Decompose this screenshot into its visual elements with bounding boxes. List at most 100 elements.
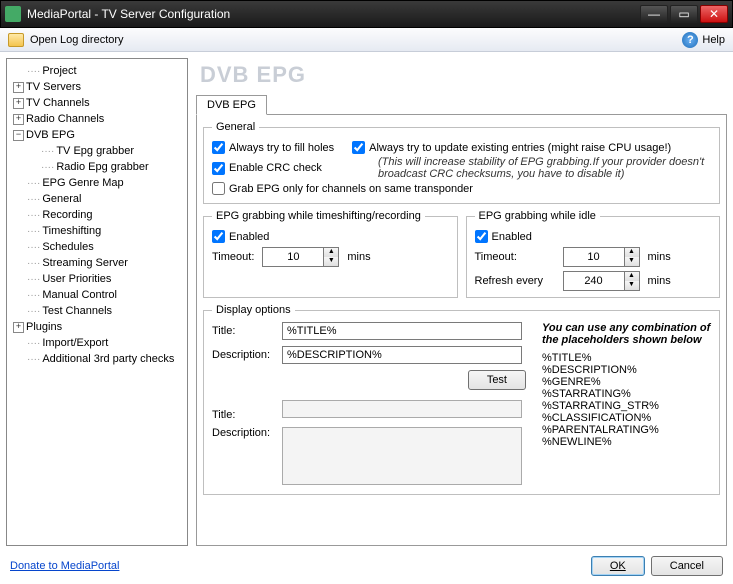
rec-mins: mins [347, 251, 370, 263]
spin-down-icon[interactable]: ▼ [625, 281, 639, 290]
chk-fill-holes[interactable]: Always try to fill holes [212, 141, 334, 154]
tree-item[interactable]: ····Project [9, 63, 185, 79]
app-icon [5, 6, 21, 22]
tree-item-label: Radio Epg grabber [56, 161, 148, 173]
page-title: DVB EPG [200, 62, 727, 88]
tree-dots-icon: ···· [27, 306, 40, 317]
tree-item[interactable]: ····Additional 3rd party checks [9, 351, 185, 367]
tree-dots-icon: ···· [41, 162, 54, 173]
tree-item[interactable]: +Plugins [9, 319, 185, 335]
placeholder-list: %TITLE% %DESCRIPTION% %GENRE% %STARRATIN… [542, 352, 711, 448]
tree-item-label: Test Channels [42, 305, 112, 317]
tree-expander-icon[interactable]: + [13, 82, 24, 93]
chk-same-transponder-input[interactable] [212, 182, 225, 195]
tree-item[interactable]: ····EPG Genre Map [9, 175, 185, 191]
tree-dots-icon: ···· [27, 258, 40, 269]
spin-down-icon[interactable]: ▼ [324, 257, 338, 266]
maximize-button[interactable]: ▭ [670, 5, 698, 23]
chk-idle-enabled[interactable]: Enabled [475, 230, 712, 243]
titlebar: MediaPortal - TV Server Configuration — … [0, 0, 733, 28]
chk-fill-holes-input[interactable] [212, 141, 225, 154]
tree-item[interactable]: ····Import/Export [9, 335, 185, 351]
ok-button[interactable]: OK [591, 556, 645, 576]
help-icon: ? [682, 32, 698, 48]
tree-dots-icon: ···· [27, 210, 40, 221]
chk-crc-input[interactable] [212, 162, 225, 175]
idle-refresh-label: Refresh every [475, 275, 555, 287]
open-log-button[interactable]: Open Log directory [30, 34, 124, 46]
tree-expander-icon[interactable]: + [13, 98, 24, 109]
tree-item-label: DVB EPG [26, 129, 75, 141]
tree-item[interactable]: ····Schedules [9, 239, 185, 255]
tree-dots-icon: ···· [27, 290, 40, 301]
chk-update-existing[interactable]: Always try to update existing entries (m… [352, 141, 671, 154]
tree-item[interactable]: ····General [9, 191, 185, 207]
help-link[interactable]: Help [702, 34, 725, 46]
tree-item[interactable]: ····TV Epg grabber [9, 143, 185, 159]
tree-item[interactable]: ····Radio Epg grabber [9, 159, 185, 175]
preview-desc-output [282, 427, 522, 485]
tree-item[interactable]: ····Timeshifting [9, 223, 185, 239]
tree-item[interactable]: ····Test Channels [9, 303, 185, 319]
idle-timeout-label: Timeout: [475, 251, 555, 263]
preview-title-output [282, 400, 522, 418]
tree-dots-icon: ···· [27, 274, 40, 285]
tree-item-label: General [42, 193, 81, 205]
chk-rec-enabled-input[interactable] [212, 230, 225, 243]
tree-dots-icon: ···· [27, 178, 40, 189]
tree-item[interactable]: ····Manual Control [9, 287, 185, 303]
legend-general: General [212, 121, 259, 133]
cancel-button[interactable]: Cancel [651, 556, 723, 576]
tree-item[interactable]: +TV Servers [9, 79, 185, 95]
idle-timeout-spinner[interactable]: ▲▼ [563, 247, 640, 267]
idle-mins: mins [648, 251, 671, 263]
tree-item-label: Radio Channels [26, 113, 104, 125]
spin-up-icon[interactable]: ▲ [625, 272, 639, 281]
nav-tree[interactable]: ····Project+TV Servers+TV Channels+Radio… [6, 58, 188, 546]
toolbar: Open Log directory ? Help [0, 28, 733, 52]
tree-dots-icon: ···· [27, 242, 40, 253]
tree-item[interactable]: ····Recording [9, 207, 185, 223]
tree-item[interactable]: ····Streaming Server [9, 255, 185, 271]
tree-dots-icon: ···· [27, 66, 40, 77]
tree-item[interactable]: +TV Channels [9, 95, 185, 111]
rec-timeout-input[interactable] [263, 248, 323, 266]
idle-refresh-input[interactable] [564, 272, 624, 290]
idle-timeout-input[interactable] [564, 248, 624, 266]
tree-dots-icon: ···· [41, 146, 54, 157]
tree-expander-icon[interactable]: + [13, 114, 24, 125]
chk-idle-enabled-input[interactable] [475, 230, 488, 243]
spin-down-icon[interactable]: ▼ [625, 257, 639, 266]
group-display: Display options Title: Description: Test… [203, 304, 720, 495]
donate-link[interactable]: Donate to MediaPortal [10, 560, 119, 572]
display-title-input[interactable] [282, 322, 522, 340]
tree-expander-icon[interactable]: + [13, 322, 24, 333]
tree-dots-icon: ···· [27, 226, 40, 237]
chk-crc[interactable]: Enable CRC check [212, 158, 360, 178]
tree-expander-icon[interactable]: − [13, 130, 24, 141]
tab-pane: General Always try to fill holes Always … [196, 114, 727, 546]
spin-up-icon[interactable]: ▲ [625, 248, 639, 257]
group-recording: EPG grabbing while timeshifting/recordin… [203, 210, 458, 298]
close-button[interactable]: ✕ [700, 5, 728, 23]
minimize-button[interactable]: — [640, 5, 668, 23]
chk-update-existing-input[interactable] [352, 141, 365, 154]
tree-item-label: Additional 3rd party checks [42, 353, 174, 365]
chk-same-transponder[interactable]: Grab EPG only for channels on same trans… [212, 182, 711, 195]
chk-rec-enabled[interactable]: Enabled [212, 230, 449, 243]
tree-item-label: User Priorities [42, 273, 111, 285]
tab-dvb-epg[interactable]: DVB EPG [196, 95, 267, 115]
tree-item-label: Manual Control [42, 289, 117, 301]
tree-item-label: Recording [42, 209, 92, 221]
idle-refresh-spinner[interactable]: ▲▼ [563, 271, 640, 291]
spin-up-icon[interactable]: ▲ [324, 248, 338, 257]
rec-timeout-spinner[interactable]: ▲▼ [262, 247, 339, 267]
tree-item[interactable]: −DVB EPG [9, 127, 185, 143]
tree-item[interactable]: +Radio Channels [9, 111, 185, 127]
test-button[interactable]: Test [468, 370, 526, 390]
display-title-label: Title: [212, 325, 282, 337]
group-general: General Always try to fill holes Always … [203, 121, 720, 204]
tree-item[interactable]: ····User Priorities [9, 271, 185, 287]
window-title: MediaPortal - TV Server Configuration [27, 7, 638, 21]
display-desc-input[interactable] [282, 346, 522, 364]
